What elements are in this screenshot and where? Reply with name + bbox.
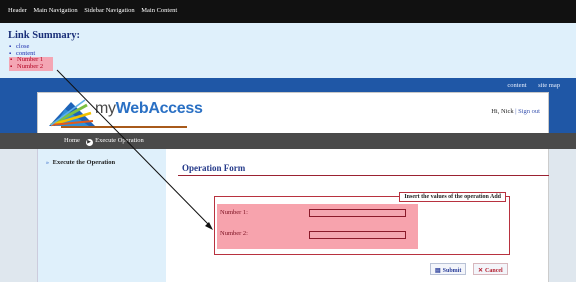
- summary-link-close[interactable]: close: [8, 43, 576, 51]
- header-card: myWebAccess Hi, Nick | Sign out: [37, 92, 549, 134]
- fieldset-legend: Insert the values of the operation Add: [399, 192, 506, 202]
- skip-link-sidebar-navigation[interactable]: Sidebar Navigation: [84, 7, 134, 14]
- link-summary-panel: Link Summary: close content Number 1 Num…: [0, 23, 576, 78]
- skip-link-main-content[interactable]: Main Content: [141, 7, 177, 14]
- sidebar-item-label: Execute the Operation: [52, 159, 116, 166]
- close-icon: ✕: [478, 267, 484, 274]
- logo-text: myWebAccess: [95, 100, 203, 117]
- form-title: Operation Form: [182, 163, 246, 173]
- breadcrumb-arrow-icon: ▶: [85, 139, 93, 146]
- sign-out-link[interactable]: Sign out: [518, 108, 540, 115]
- highlighted-links: Number 1 Number 2: [9, 57, 54, 72]
- skip-link-main-navigation[interactable]: Main Navigation: [33, 7, 77, 14]
- sidebar-item-execute-operation[interactable]: » Execute the Operation: [46, 159, 115, 166]
- sidebar: » Execute the Operation: [37, 149, 166, 282]
- top-link-site-map[interactable]: site map: [538, 82, 560, 89]
- number-1-label: Number 1:: [220, 209, 248, 216]
- summary-link-content[interactable]: content: [8, 50, 576, 58]
- main-content: Operation Form Insert the values of the …: [166, 149, 549, 282]
- submit-label: Submit: [442, 267, 462, 274]
- breadcrumb: Home ▶ Execute Operation: [64, 137, 144, 146]
- breadcrumb-home[interactable]: Home: [64, 137, 80, 144]
- breadcrumb-bar: Home ▶ Execute Operation: [0, 133, 576, 149]
- save-icon: ▤: [435, 267, 441, 274]
- top-link-content[interactable]: content: [507, 82, 526, 89]
- title-divider: [178, 175, 549, 176]
- skip-navigation-bar: Header Main Navigation Sidebar Navigatio…: [0, 0, 576, 23]
- cancel-label: Cancel: [485, 267, 503, 274]
- greeting-separator: |: [515, 108, 517, 115]
- top-links: content site map: [497, 82, 560, 89]
- breadcrumb-current: Execute Operation: [95, 137, 144, 144]
- greeting-text: Hi, Nick: [491, 108, 514, 115]
- link-summary-title: Link Summary:: [8, 30, 81, 41]
- user-greeting: Hi, Nick | Sign out: [491, 108, 540, 115]
- skip-link-header[interactable]: Header: [8, 7, 27, 14]
- number-1-input[interactable]: [309, 209, 406, 217]
- submit-button[interactable]: ▤ Submit: [430, 263, 467, 275]
- bullet-icon: »: [46, 160, 49, 166]
- number-2-label: Number 2:: [220, 230, 248, 237]
- summary-link-number-2[interactable]: Number 2: [9, 63, 43, 71]
- cancel-button[interactable]: ✕ Cancel: [473, 263, 508, 275]
- number-2-input[interactable]: [309, 231, 406, 239]
- link-summary-list: close content: [8, 43, 576, 58]
